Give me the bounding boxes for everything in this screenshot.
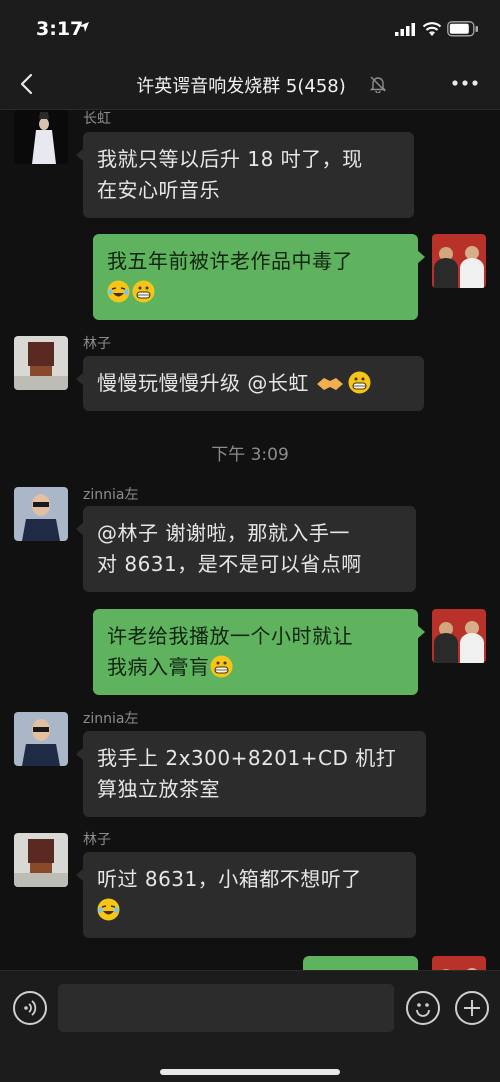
message-bubble[interactable]: 听过 8631，小箱都不想听了 (76, 852, 416, 938)
plus-button[interactable] (455, 991, 489, 1025)
message-text: @林子 谢谢啦，那就入手一 (97, 521, 350, 545)
crying-laughing-emoji-icon (97, 898, 120, 921)
voice-icon (24, 1000, 37, 1016)
home-indicator[interactable] (160, 1069, 340, 1075)
more-dots-icon[interactable] (452, 75, 478, 91)
avatar[interactable] (14, 336, 68, 390)
grin-emoji-icon (132, 280, 155, 303)
avatar[interactable] (14, 833, 68, 887)
cellular-signal-icon (395, 23, 415, 36)
sender-name: zinnia左 (83, 487, 139, 503)
grin-emoji-icon (348, 371, 371, 394)
message-text: 对 8631，是不是可以省点啊 (97, 552, 362, 576)
message-bubble[interactable]: 慢慢玩慢慢升级 @长虹 (76, 356, 424, 411)
message-text: 我手上 2x300+8201+CD 机打 (97, 746, 397, 770)
message-text: 算独立放茶室 (97, 777, 220, 801)
message-text: 我病入膏肓 (107, 655, 210, 679)
avatar[interactable] (432, 956, 486, 970)
message-input[interactable] (58, 984, 394, 1032)
smiley-icon (416, 1003, 430, 1017)
avatar[interactable] (14, 712, 68, 766)
wifi-icon (422, 22, 442, 36)
chat-title: 许英谔音响发烧群 5(458) (136, 76, 346, 97)
input-bar (0, 970, 500, 1082)
voice-button[interactable] (13, 991, 47, 1025)
message-text: 在安心听音乐 (97, 178, 220, 202)
bell-slash-icon (369, 76, 387, 93)
avatar[interactable] (432, 234, 486, 288)
message-timestamp: 下午 3:09 (211, 445, 289, 465)
message-bubble[interactable] (303, 956, 418, 970)
message-text: 慢慢玩慢慢升级 @长虹 (97, 371, 316, 395)
sender-name: 林子 (83, 336, 111, 352)
message-text: 听过 8631，小箱都不想听了 (97, 867, 362, 891)
battery-icon (447, 21, 478, 37)
status-bar: 3:17 (0, 0, 500, 58)
message-bubble[interactable]: @林子 谢谢啦，那就入手一 对 8631，是不是可以省点啊 (76, 506, 416, 592)
plus-icon (464, 1000, 480, 1016)
location-arrow-icon (79, 22, 89, 32)
grin-emoji-icon (210, 655, 233, 678)
message-list[interactable]: 长虹 我就只等以后升 18 吋了，现 在安心听音乐 我五年前被许老作品中毒了 林… (0, 110, 500, 970)
crying-laughing-emoji-icon (107, 280, 130, 303)
sender-name: 长虹 (83, 111, 111, 127)
avatar[interactable] (14, 487, 68, 541)
chat-header: 许英谔音响发烧群 5(458) (0, 58, 500, 110)
message-text: 许老给我播放一个小时就让 (107, 624, 353, 648)
message-bubble[interactable]: 我就只等以后升 18 吋了，现 在安心听音乐 (76, 132, 414, 218)
avatar[interactable] (14, 110, 68, 164)
status-time: 3:17 (36, 18, 84, 40)
message-bubble[interactable]: 我手上 2x300+8201+CD 机打 算独立放茶室 (76, 731, 426, 817)
message-text: 我就只等以后升 18 吋了，现 (97, 147, 363, 171)
message-bubble[interactable]: 许老给我播放一个小时就让 我病入膏肓 (93, 609, 425, 695)
sender-name: 林子 (83, 832, 111, 848)
emoji-button[interactable] (406, 991, 440, 1025)
handshake-emoji-icon (316, 372, 346, 395)
message-bubble[interactable]: 我五年前被许老作品中毒了 (93, 234, 425, 320)
avatar[interactable] (432, 609, 486, 663)
message-text: 我五年前被许老作品中毒了 (107, 249, 353, 273)
sender-name: zinnia左 (83, 711, 139, 727)
